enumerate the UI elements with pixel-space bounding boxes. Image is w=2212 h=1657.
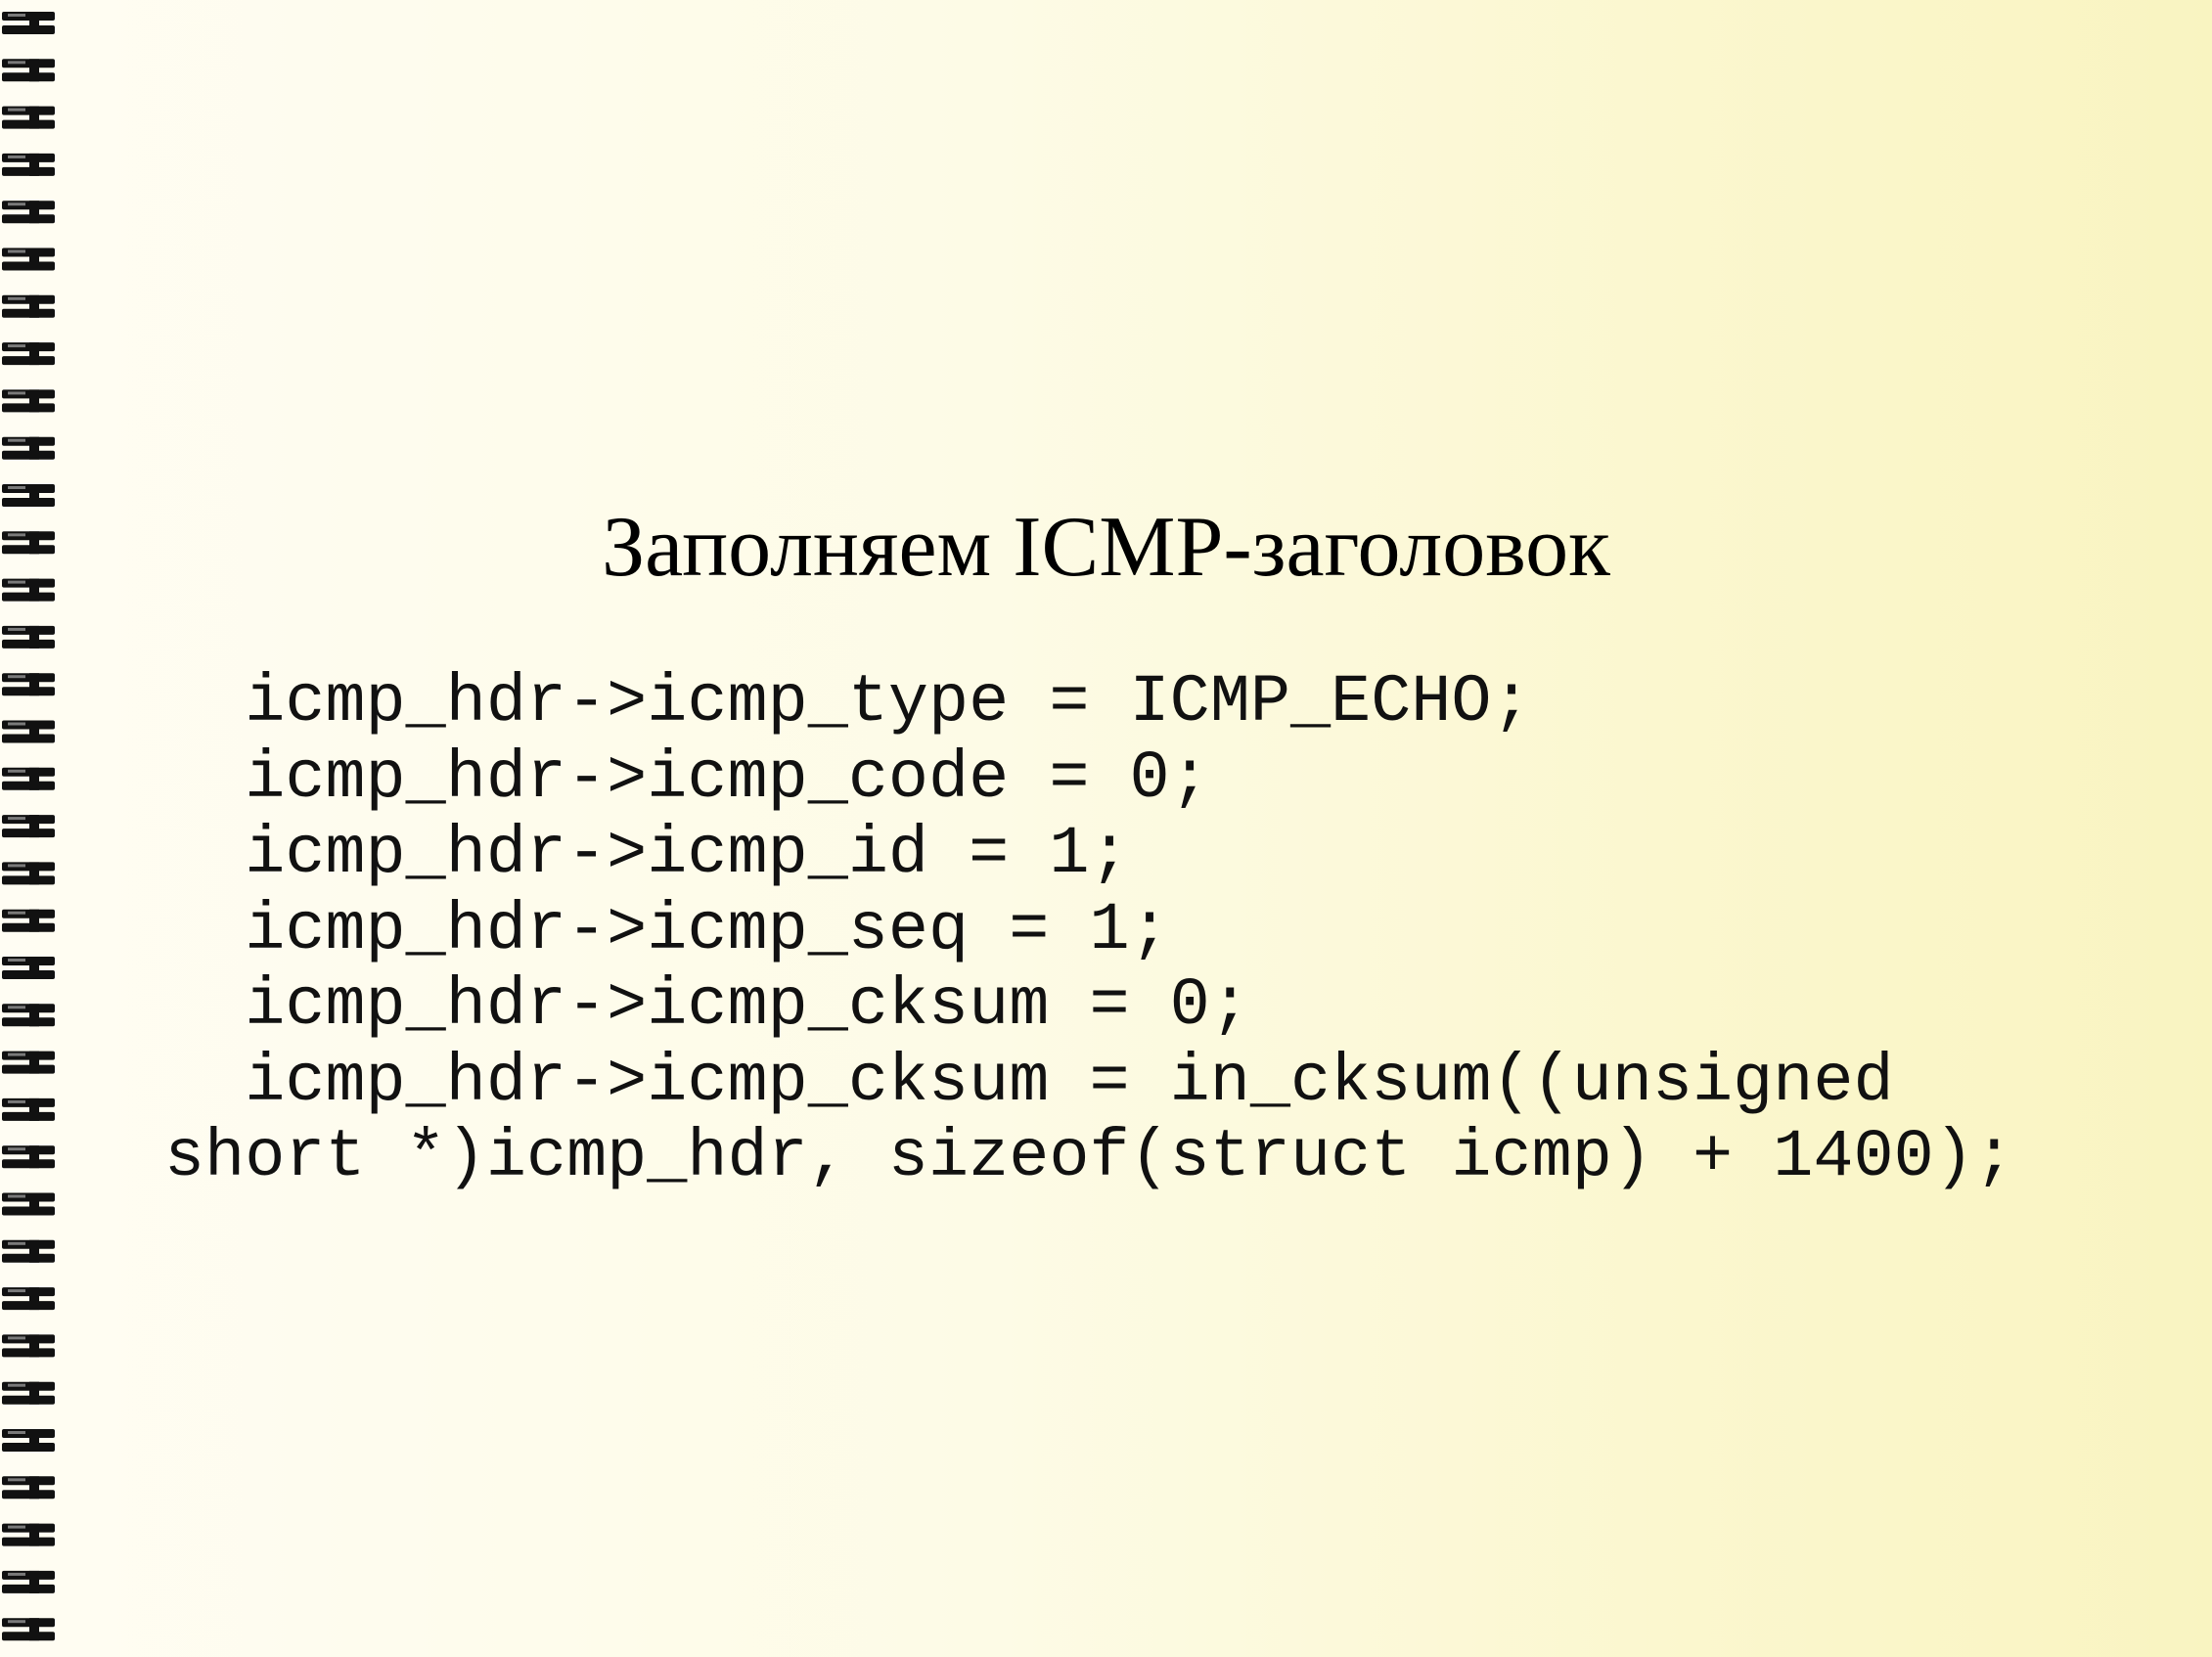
code-line: icmp_hdr->icmp_code = 0; bbox=[164, 739, 1210, 817]
spiral-ring bbox=[2, 673, 55, 696]
code-line: icmp_hdr->icmp_id = 1; bbox=[164, 816, 1130, 892]
spiral-binding-decoration bbox=[2, 12, 55, 1641]
spiral-ring bbox=[2, 59, 55, 82]
slide-title: Заполняем ICMP-заголовок bbox=[602, 500, 1610, 595]
spiral-ring bbox=[2, 201, 55, 224]
spiral-ring bbox=[2, 957, 55, 979]
spiral-ring bbox=[2, 1145, 55, 1169]
spiral-ring bbox=[2, 1004, 55, 1027]
spiral-ring bbox=[2, 1381, 55, 1405]
spiral-ring bbox=[2, 1523, 55, 1546]
spiral-ring bbox=[2, 1051, 55, 1074]
code-line: icmp_hdr->icmp_cksum = 0; bbox=[164, 967, 1250, 1044]
spiral-ring bbox=[2, 1192, 55, 1216]
spiral-ring bbox=[2, 1618, 55, 1641]
spiral-ring bbox=[2, 815, 55, 838]
spiral-ring bbox=[2, 1287, 55, 1311]
spiral-ring bbox=[2, 294, 55, 318]
spiral-ring bbox=[2, 106, 55, 129]
spiral-ring bbox=[2, 247, 55, 271]
spiral-ring bbox=[2, 1570, 55, 1593]
spiral-ring bbox=[2, 1429, 55, 1452]
spiral-ring bbox=[2, 12, 55, 34]
code-line: icmp_hdr->icmp_type = ICMP_ECHO; bbox=[164, 664, 1532, 740]
spiral-ring bbox=[2, 1097, 55, 1121]
spiral-ring bbox=[2, 389, 55, 413]
spiral-ring bbox=[2, 153, 55, 176]
spiral-ring bbox=[2, 436, 55, 460]
spiral-ring bbox=[2, 862, 55, 885]
spiral-ring bbox=[2, 909, 55, 932]
spiral-ring bbox=[2, 767, 55, 790]
spiral-ring bbox=[2, 720, 55, 743]
spiral-ring bbox=[2, 1476, 55, 1500]
spiral-ring bbox=[2, 1334, 55, 1358]
code-line: icmp_hdr->icmp_cksum = in_cksum((unsigne… bbox=[164, 1043, 1894, 1120]
code-block: icmp_hdr->icmp_type = ICMP_ECHO; icmp_hd… bbox=[164, 664, 2014, 1196]
spiral-ring bbox=[2, 625, 55, 649]
spiral-ring bbox=[2, 1239, 55, 1263]
spiral-ring bbox=[2, 342, 55, 366]
code-line: icmp_hdr->icmp_seq = 1; bbox=[164, 891, 1170, 968]
slide: Заполняем ICMP-заголовок icmp_hdr->icmp_… bbox=[0, 0, 2212, 1657]
code-line: short *)icmp_hdr, sizeof(struct icmp) + … bbox=[164, 1119, 2014, 1195]
